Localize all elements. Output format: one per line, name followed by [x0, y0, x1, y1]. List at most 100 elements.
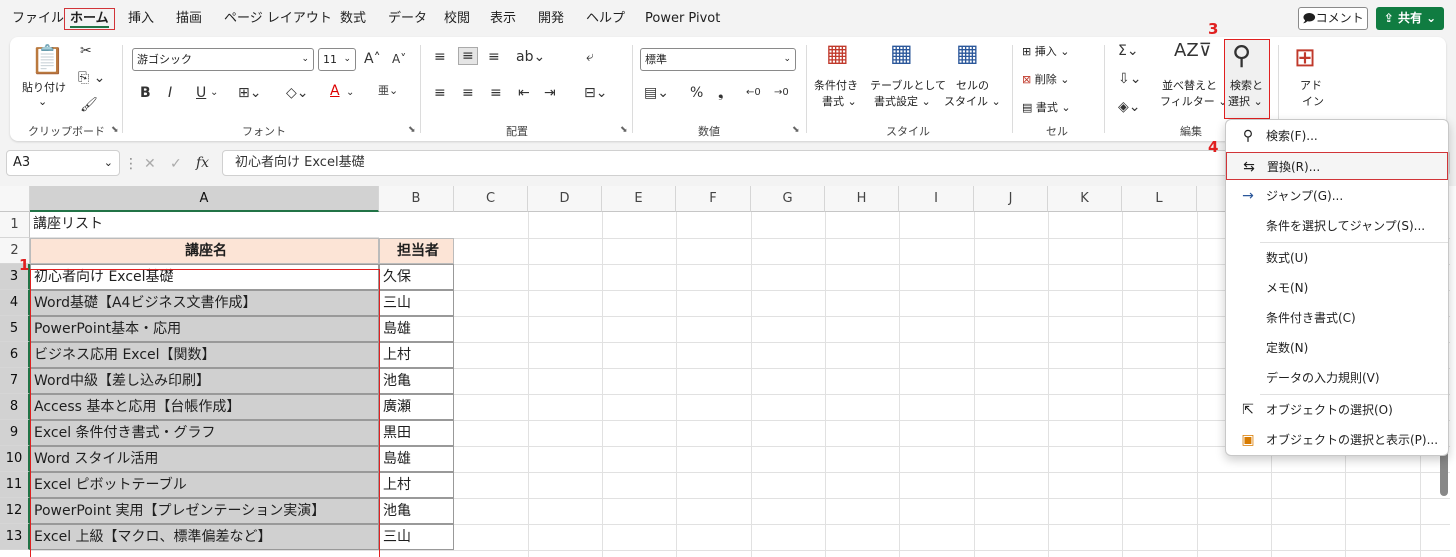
tab-draw[interactable]: 描画: [176, 9, 202, 31]
alignment-launcher-icon[interactable]: ⬊: [620, 125, 628, 135]
tab-insert[interactable]: 挿入: [128, 9, 154, 31]
column-header-l[interactable]: L: [1122, 186, 1197, 212]
decrease-font-icon[interactable]: A˅: [392, 51, 406, 67]
column-header-d[interactable]: D: [528, 186, 602, 212]
font-launcher-icon[interactable]: ⬊: [408, 125, 416, 135]
font-color-icon[interactable]: A: [330, 83, 340, 99]
row-header[interactable]: 11: [0, 472, 30, 498]
add-ins-label-2[interactable]: イン: [1302, 95, 1324, 109]
cut-icon[interactable]: ✂: [80, 43, 92, 59]
row-header[interactable]: 10: [0, 446, 30, 472]
column-header-a[interactable]: A: [30, 186, 379, 212]
add-ins-label[interactable]: アド: [1300, 79, 1322, 93]
instructor-cell[interactable]: 久保: [379, 264, 454, 290]
phonetic-icon[interactable]: 亜⌄: [378, 83, 398, 99]
instructor-cell[interactable]: 三山: [379, 524, 454, 550]
row-header[interactable]: 7: [0, 368, 30, 394]
menu-item-find[interactable]: ⚲ 検索(F)...: [1226, 122, 1448, 150]
column-header-g[interactable]: G: [751, 186, 825, 212]
comment-button[interactable]: 🗩コメント: [1298, 7, 1368, 30]
cell-styles-label-2[interactable]: スタイル ⌄: [944, 95, 1001, 109]
instructor-cell[interactable]: 廣瀬: [379, 394, 454, 420]
instructor-cell[interactable]: 黒田: [379, 420, 454, 446]
tab-page-layout[interactable]: ページ レイアウト: [224, 9, 332, 31]
format-as-table-label[interactable]: テーブルとして: [870, 79, 946, 93]
row-header[interactable]: 9: [0, 420, 30, 446]
decrease-decimal-icon[interactable]: →0: [774, 85, 789, 101]
sort-filter-icon[interactable]: AZ⊽: [1174, 42, 1212, 60]
tab-view[interactable]: 表示: [490, 9, 516, 31]
conditional-formatting-label[interactable]: 条件付き: [814, 79, 858, 93]
align-right-icon[interactable]: ≡: [490, 85, 502, 101]
column-header-i[interactable]: I: [899, 186, 974, 212]
paste-icon[interactable]: 📋: [30, 45, 65, 75]
tab-developer[interactable]: 開発: [538, 9, 564, 31]
clipboard-launcher-icon[interactable]: ⬊: [111, 125, 119, 135]
percent-icon[interactable]: %: [690, 85, 703, 101]
italic-button[interactable]: I: [168, 85, 172, 101]
insert-function-icon[interactable]: fx: [196, 155, 209, 171]
row-header[interactable]: 4: [0, 290, 30, 316]
tab-power-pivot[interactable]: Power Pivot: [645, 9, 720, 31]
clear-icon[interactable]: ◈⌄: [1118, 99, 1141, 115]
cell-a1[interactable]: 講座リスト: [30, 212, 379, 238]
conditional-formatting-icon[interactable]: ▦: [826, 41, 849, 65]
header-cell-instructor[interactable]: 担当者: [379, 238, 454, 264]
number-format-select[interactable]: 標準 ⌄: [640, 48, 796, 71]
conditional-formatting-label-2[interactable]: 書式 ⌄: [822, 95, 857, 109]
header-cell-course[interactable]: 講座名: [30, 238, 379, 264]
insert-cells-button[interactable]: ⊞ 挿入 ⌄: [1022, 45, 1069, 59]
number-launcher-icon[interactable]: ⬊: [792, 125, 800, 135]
tab-help[interactable]: ヘルプ: [586, 9, 625, 31]
find-select-label-2[interactable]: 選択 ⌄: [1228, 95, 1263, 109]
column-header-c[interactable]: C: [454, 186, 528, 212]
column-header-h[interactable]: H: [825, 186, 899, 212]
menu-item-constants[interactable]: 定数(N): [1226, 334, 1448, 362]
paste-dropdown-icon[interactable]: ⌄: [38, 95, 47, 109]
column-header-f[interactable]: F: [676, 186, 751, 212]
select-all-corner[interactable]: [0, 186, 30, 212]
tab-review[interactable]: 校閲: [444, 9, 470, 31]
menu-item-notes[interactable]: メモ(N): [1226, 274, 1448, 302]
instructor-cell[interactable]: 上村: [379, 472, 454, 498]
column-header-j[interactable]: J: [974, 186, 1048, 212]
border-icon[interactable]: ⊞⌄: [238, 85, 261, 101]
wrap-text-icon[interactable]: ⤶: [586, 49, 594, 65]
font-size-select[interactable]: 11 ⌄: [318, 48, 356, 71]
column-header-k[interactable]: K: [1048, 186, 1122, 212]
row-header[interactable]: 12: [0, 498, 30, 524]
more-icon[interactable]: ⋮: [124, 156, 138, 172]
sort-filter-label-2[interactable]: フィルター ⌄: [1160, 95, 1228, 109]
menu-item-formulas[interactable]: 数式(U): [1226, 244, 1448, 272]
row-header[interactable]: 13: [0, 524, 30, 550]
align-center-icon[interactable]: ≡: [462, 85, 474, 101]
share-button[interactable]: ⇪ 共有 ⌄: [1376, 7, 1444, 30]
menu-item-goto-special[interactable]: 条件を選択してジャンプ(S)...: [1226, 212, 1448, 240]
menu-item-select-objects[interactable]: ⇱ オブジェクトの選択(O): [1226, 396, 1448, 424]
decrease-indent-icon[interactable]: ⇤: [518, 85, 530, 101]
row-header[interactable]: 8: [0, 394, 30, 420]
chevron-down-icon[interactable]: ⌄: [346, 85, 354, 101]
row-header[interactable]: 1: [0, 212, 30, 238]
instructor-cell[interactable]: 池亀: [379, 498, 454, 524]
orientation-icon[interactable]: ab⌄: [516, 49, 545, 65]
search-icon[interactable]: ⚲: [1232, 41, 1251, 71]
increase-font-icon[interactable]: A˄: [364, 51, 381, 67]
tab-data[interactable]: データ: [388, 9, 427, 31]
format-as-table-icon[interactable]: ▦: [890, 41, 913, 65]
sort-filter-label[interactable]: 並べ替えと: [1162, 79, 1217, 93]
increase-decimal-icon[interactable]: ←0: [746, 85, 761, 101]
format-cells-button[interactable]: ▤ 書式 ⌄: [1022, 101, 1071, 115]
fill-icon[interactable]: ⇩⌄: [1118, 71, 1141, 87]
instructor-cell[interactable]: 島雄: [379, 316, 454, 342]
paste-label[interactable]: 貼り付け: [22, 81, 66, 95]
menu-item-data-validation[interactable]: データの入力規則(V): [1226, 364, 1448, 392]
accounting-format-icon[interactable]: ▤⌄: [644, 85, 669, 101]
cell-styles-icon[interactable]: ▦: [956, 41, 979, 65]
fill-color-icon[interactable]: ◇⌄: [286, 85, 309, 101]
underline-button[interactable]: U: [196, 85, 206, 101]
add-ins-icon[interactable]: ⊞: [1294, 43, 1316, 73]
menu-item-selection-pane[interactable]: ▣ オブジェクトの選択と表示(P)...: [1226, 426, 1448, 454]
font-name-select[interactable]: 游ゴシック ⌄: [132, 48, 314, 71]
increase-indent-icon[interactable]: ⇥: [544, 85, 556, 101]
